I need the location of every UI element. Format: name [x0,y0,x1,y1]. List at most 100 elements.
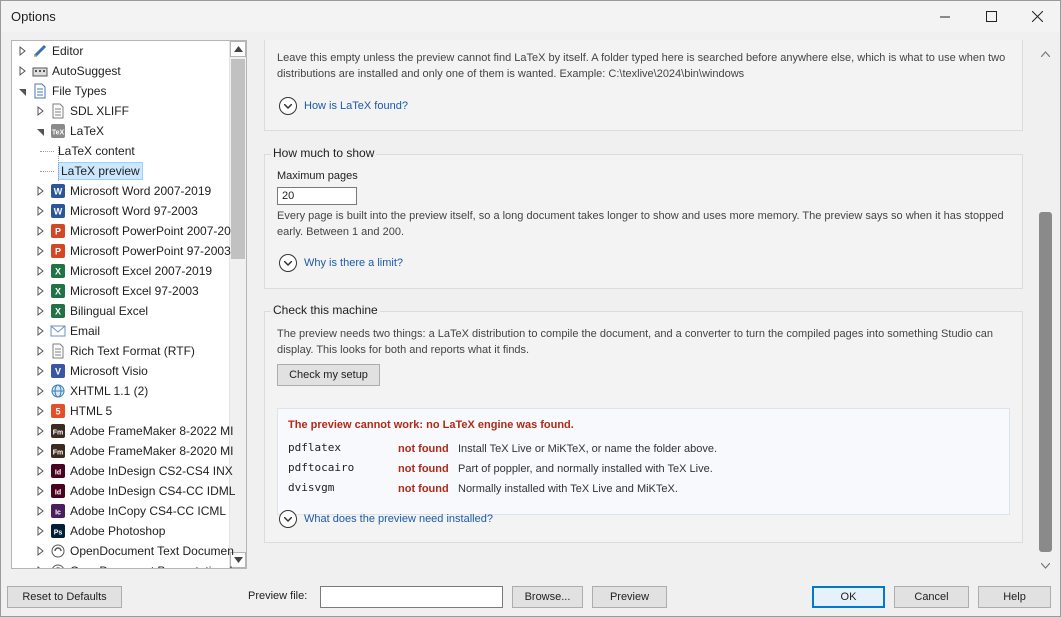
tool-status: not found [398,463,449,475]
maximize-button[interactable] [968,1,1014,32]
tree-item[interactable]: File Types [12,81,230,101]
how-latex-found-link[interactable]: How is LaTeX found? [279,96,408,116]
collapsed-arrow-icon[interactable] [36,245,46,257]
opendocument-icon [50,563,66,568]
ok-button[interactable]: OK [812,586,885,608]
chevron-down-icon [233,557,243,563]
tree-item[interactable]: OpenDocument Text Documen [12,541,234,561]
tool-status: not found [398,443,449,455]
collapsed-arrow-icon[interactable] [36,365,46,377]
tree-item[interactable]: 5 HTML 5 [12,401,230,421]
collapsed-arrow-icon[interactable] [36,305,46,317]
tree-item[interactable]: Fm Adobe FrameMaker 8-2020 MI [12,441,234,461]
collapsed-arrow-icon[interactable] [36,565,46,569]
scroll-up-button[interactable] [230,41,246,57]
tree-item[interactable]: X Microsoft Excel 2007-2019 [12,261,230,281]
maximize-icon [985,11,997,22]
tree-item-label: Adobe InDesign CS2-CS4 INX [70,464,233,478]
collapsed-arrow-icon[interactable] [36,265,46,277]
tree-item[interactable]: SDL XLIFF [12,101,230,121]
how-latex-found-text[interactable]: How is LaTeX found? [304,100,408,112]
tree-item[interactable]: LaTeX preview [12,161,230,181]
tree-item-label: Adobe FrameMaker 8-2020 MI [70,444,234,458]
visio-icon: V [50,363,66,379]
preview-button[interactable]: Preview [592,586,667,608]
html5-icon: 5 [50,403,66,419]
tree-item[interactable]: OpenDocument Presentation ( [12,561,232,569]
tree-item[interactable]: LaTeX content [12,141,230,161]
why-limit-text[interactable]: Why is there a limit? [304,257,403,269]
why-limit-link[interactable]: Why is there a limit? [279,253,403,273]
collapsed-arrow-icon[interactable] [36,485,46,497]
collapsed-arrow-icon[interactable] [36,445,46,457]
word-icon: W [50,183,66,199]
how-much-group: How much to show Maximum pages 20 Every … [264,146,1023,289]
tree-item[interactable]: Ps Adobe Photoshop [12,521,230,541]
tree-item[interactable]: Id Adobe InDesign CS2-CS4 INX [12,461,233,481]
svg-text:TeX: TeX [52,130,65,137]
email-icon [50,323,66,339]
collapsed-arrow-icon[interactable] [36,525,46,537]
check-machine-title: Check this machine [271,303,380,317]
tree-item[interactable]: W Microsoft Word 2007-2019 [12,181,230,201]
collapsed-arrow-icon[interactable] [36,325,46,337]
tree-item[interactable]: Id Adobe InDesign CS4-CC IDML [12,481,235,501]
collapsed-arrow-icon[interactable] [36,465,46,477]
tree-item[interactable]: Ic Adobe InCopy CS4-CC ICML [12,501,230,521]
collapsed-arrow-icon[interactable] [36,385,46,397]
tree-item-label: Microsoft Excel 2007-2019 [70,264,213,278]
pane-scroll-thumb[interactable] [1039,212,1052,552]
tree-item[interactable]: Rich Text Format (RTF) [12,341,230,361]
help-button[interactable]: Help [978,586,1051,608]
collapsed-arrow-icon[interactable] [36,185,46,197]
collapsed-arrow-icon[interactable] [18,45,28,57]
document-icon [50,103,66,119]
tree-item[interactable]: Email [12,321,230,341]
check-setup-button[interactable]: Check my setup [277,364,380,386]
collapsed-arrow-icon[interactable] [36,505,46,517]
browse-button[interactable]: Browse... [512,586,583,608]
tree-item[interactable]: X Microsoft Excel 97-2003 [12,281,230,301]
collapsed-arrow-icon[interactable] [36,105,46,117]
max-pages-input[interactable]: 20 [277,187,357,205]
tree-item[interactable]: TeX LaTeX [12,121,230,141]
collapsed-arrow-icon[interactable] [36,225,46,237]
expanded-arrow-icon[interactable] [36,125,46,137]
pane-scrollbar[interactable] [1037,40,1054,569]
scroll-down-icon[interactable] [1040,558,1051,569]
tree-item[interactable]: Fm Adobe FrameMaker 8-2022 MI [12,421,233,441]
collapsed-arrow-icon[interactable] [36,425,46,437]
collapsed-arrow-icon[interactable] [36,345,46,357]
tree-item[interactable]: V Microsoft Visio [12,361,230,381]
collapsed-arrow-icon[interactable] [36,405,46,417]
tree-item-label: OpenDocument Presentation ( [70,564,232,568]
tree-item[interactable]: P Microsoft PowerPoint 97-2003 [12,241,231,261]
reset-defaults-button[interactable]: Reset to Defaults [7,586,122,608]
close-button[interactable] [1014,1,1060,32]
collapsed-arrow-icon[interactable] [36,545,46,557]
tree-item[interactable]: W Microsoft Word 97-2003 [12,201,230,221]
preview-needs-link[interactable]: What does the preview need installed? [279,509,493,529]
expanded-arrow-icon[interactable] [18,85,28,97]
tree-item-label: Bilingual Excel [70,304,149,318]
tree-item[interactable]: AutoSuggest [12,61,230,81]
latex-folder-help-line2: distributions are installed and only one… [277,68,745,80]
svg-text:Ps: Ps [54,530,63,537]
preview-file-input[interactable] [320,586,503,608]
collapsed-arrow-icon[interactable] [18,65,28,77]
tree-scroll-thumb[interactable] [231,59,245,259]
tree-item[interactable]: Editor [12,41,230,61]
minimize-button[interactable] [922,1,968,32]
tree-item[interactable]: XHTML 1.1 (2) [12,381,230,401]
tree-item[interactable]: X Bilingual Excel [12,301,230,321]
scroll-up-icon[interactable] [1040,46,1051,60]
options-tree[interactable]: Editor AutoSuggest File Types SDL XLIFF TeX L… [11,40,247,569]
tree-item[interactable]: P Microsoft PowerPoint 2007-20 [12,221,231,241]
svg-text:5: 5 [55,407,60,417]
preview-needs-text[interactable]: What does the preview need installed? [304,513,493,525]
collapsed-arrow-icon[interactable] [36,285,46,297]
svg-text:P: P [55,227,61,237]
photoshop-icon: Ps [50,523,66,539]
cancel-button[interactable]: Cancel [894,586,969,608]
collapsed-arrow-icon[interactable] [36,205,46,217]
